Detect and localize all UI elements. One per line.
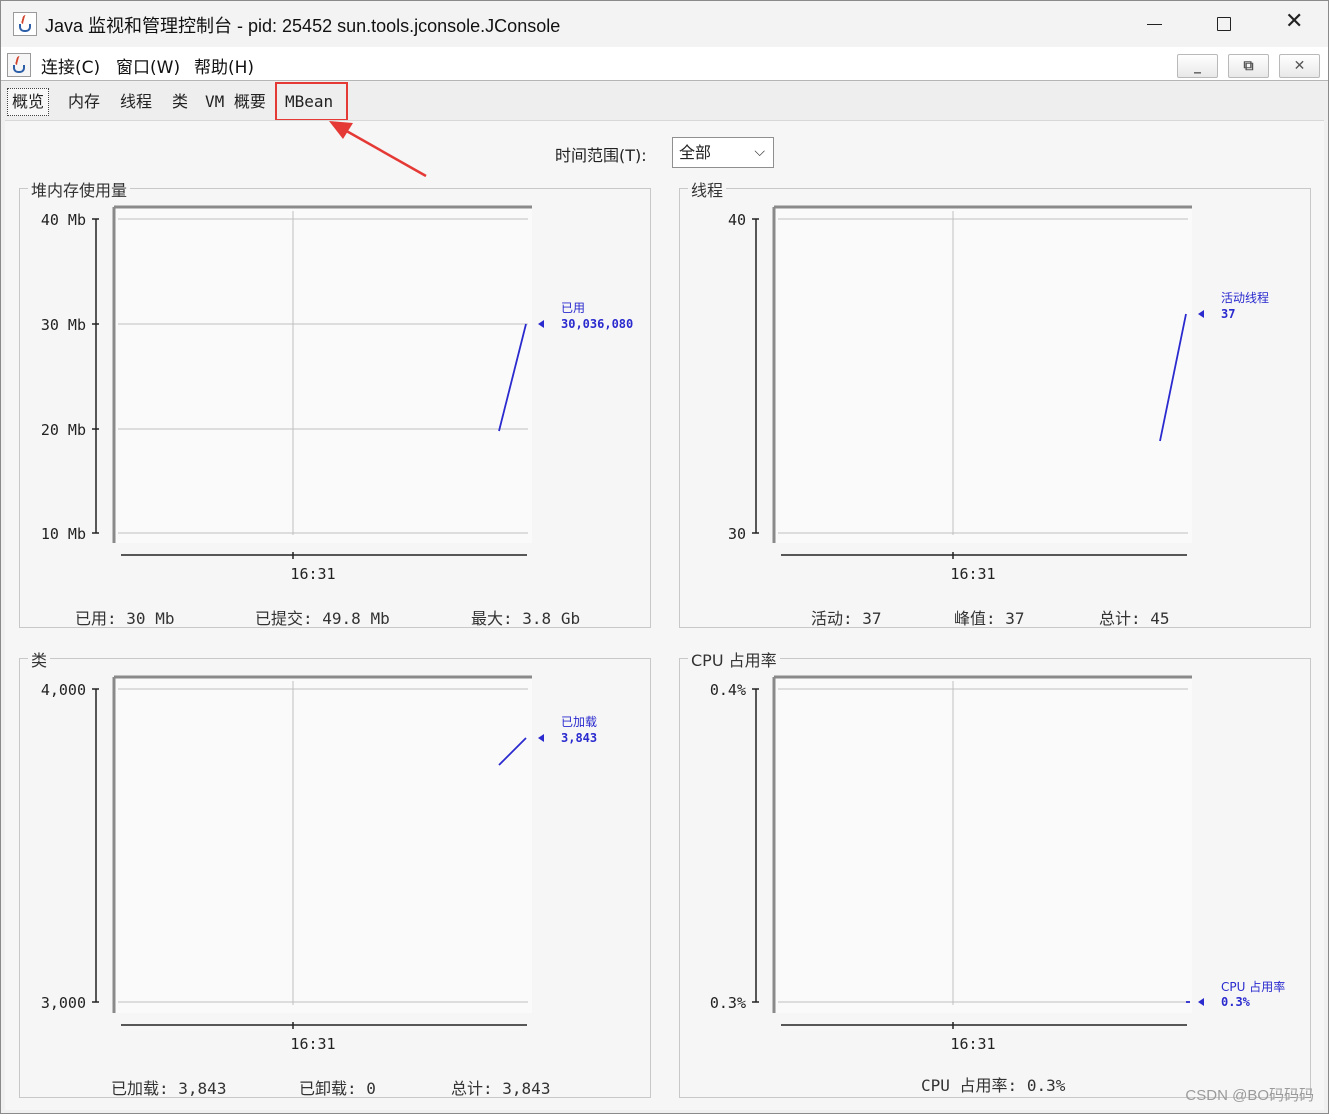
classes-x-tick-label: 16:31 [290, 1035, 335, 1053]
threads-y-tick-label: 40 [728, 211, 746, 229]
heap-y-tick-label: 10 Mb [41, 525, 86, 543]
heap-x-tick-label: 16:31 [290, 565, 335, 583]
jconsole-window: Java 监视和管理控制台 - pid: 25452 sun.tools.jco… [0, 0, 1329, 1114]
classes-total-stat: 总计: 3,843 [451, 1079, 551, 1098]
heap-series-label: 已用 [561, 301, 585, 315]
threads-total-stat: 总计: 45 [1099, 609, 1170, 628]
heap-y-tick-label: 30 Mb [41, 316, 86, 334]
cpu-plot-area [774, 677, 1192, 1013]
threads-series-label: 活动线程 [1221, 290, 1269, 305]
classes-y-tick-label: 3,000 [41, 994, 86, 1012]
cpu-series-label: CPU 占用率 [1221, 979, 1285, 994]
threads-peak-stat: 峰值: 37 [954, 609, 1025, 628]
heap-used-stat: 已用: 30 Mb [75, 609, 175, 628]
cpu-usage-stat: CPU 占用率: 0.3% [921, 1076, 1066, 1095]
classes-unloaded-stat: 已卸载: 0 [299, 1079, 376, 1098]
cpu-series-value: 0.3% [1221, 995, 1251, 1009]
classes-plot-area [114, 677, 532, 1013]
heap-y-tick-label: 20 Mb [41, 421, 86, 439]
classes-y-tick-label: 4,000 [41, 681, 86, 699]
cpu-x-tick-label: 16:31 [950, 1035, 995, 1053]
watermark: CSDN @BO码码码 [1185, 1087, 1314, 1104]
classes-series-label: 已加载 [561, 715, 597, 729]
threads-plot-area [774, 207, 1192, 543]
threads-series-value: 37 [1221, 307, 1235, 321]
heap-max-stat: 最大: 3.8 Gb [471, 609, 581, 628]
heap-plot-area [114, 207, 532, 543]
heap-y-tick-label: 40 Mb [41, 211, 86, 229]
heap-committed-stat: 已提交: 49.8 Mb [255, 609, 390, 628]
classes-loaded-stat: 已加载: 3,843 [111, 1079, 227, 1098]
threads-live-stat: 活动: 37 [811, 609, 882, 628]
cpu-y-tick-label: 0.3% [710, 994, 746, 1012]
classes-series-value: 3,843 [561, 731, 597, 745]
cpu-series-marker [1198, 998, 1204, 1006]
threads-x-tick-label: 16:31 [950, 565, 995, 583]
classes-series-marker [538, 734, 544, 742]
heap-series-marker [538, 320, 544, 328]
plots-layer: 40 Mb 30 Mb 20 Mb 10 Mb 16:31 已用 30,036,080 40 3… [41, 205, 1285, 1053]
threads-y-tick-label: 30 [728, 525, 746, 543]
heap-series-value: 30,036,080 [561, 317, 633, 331]
threads-series-marker [1198, 310, 1204, 318]
cpu-y-tick-label: 0.4% [710, 681, 746, 699]
